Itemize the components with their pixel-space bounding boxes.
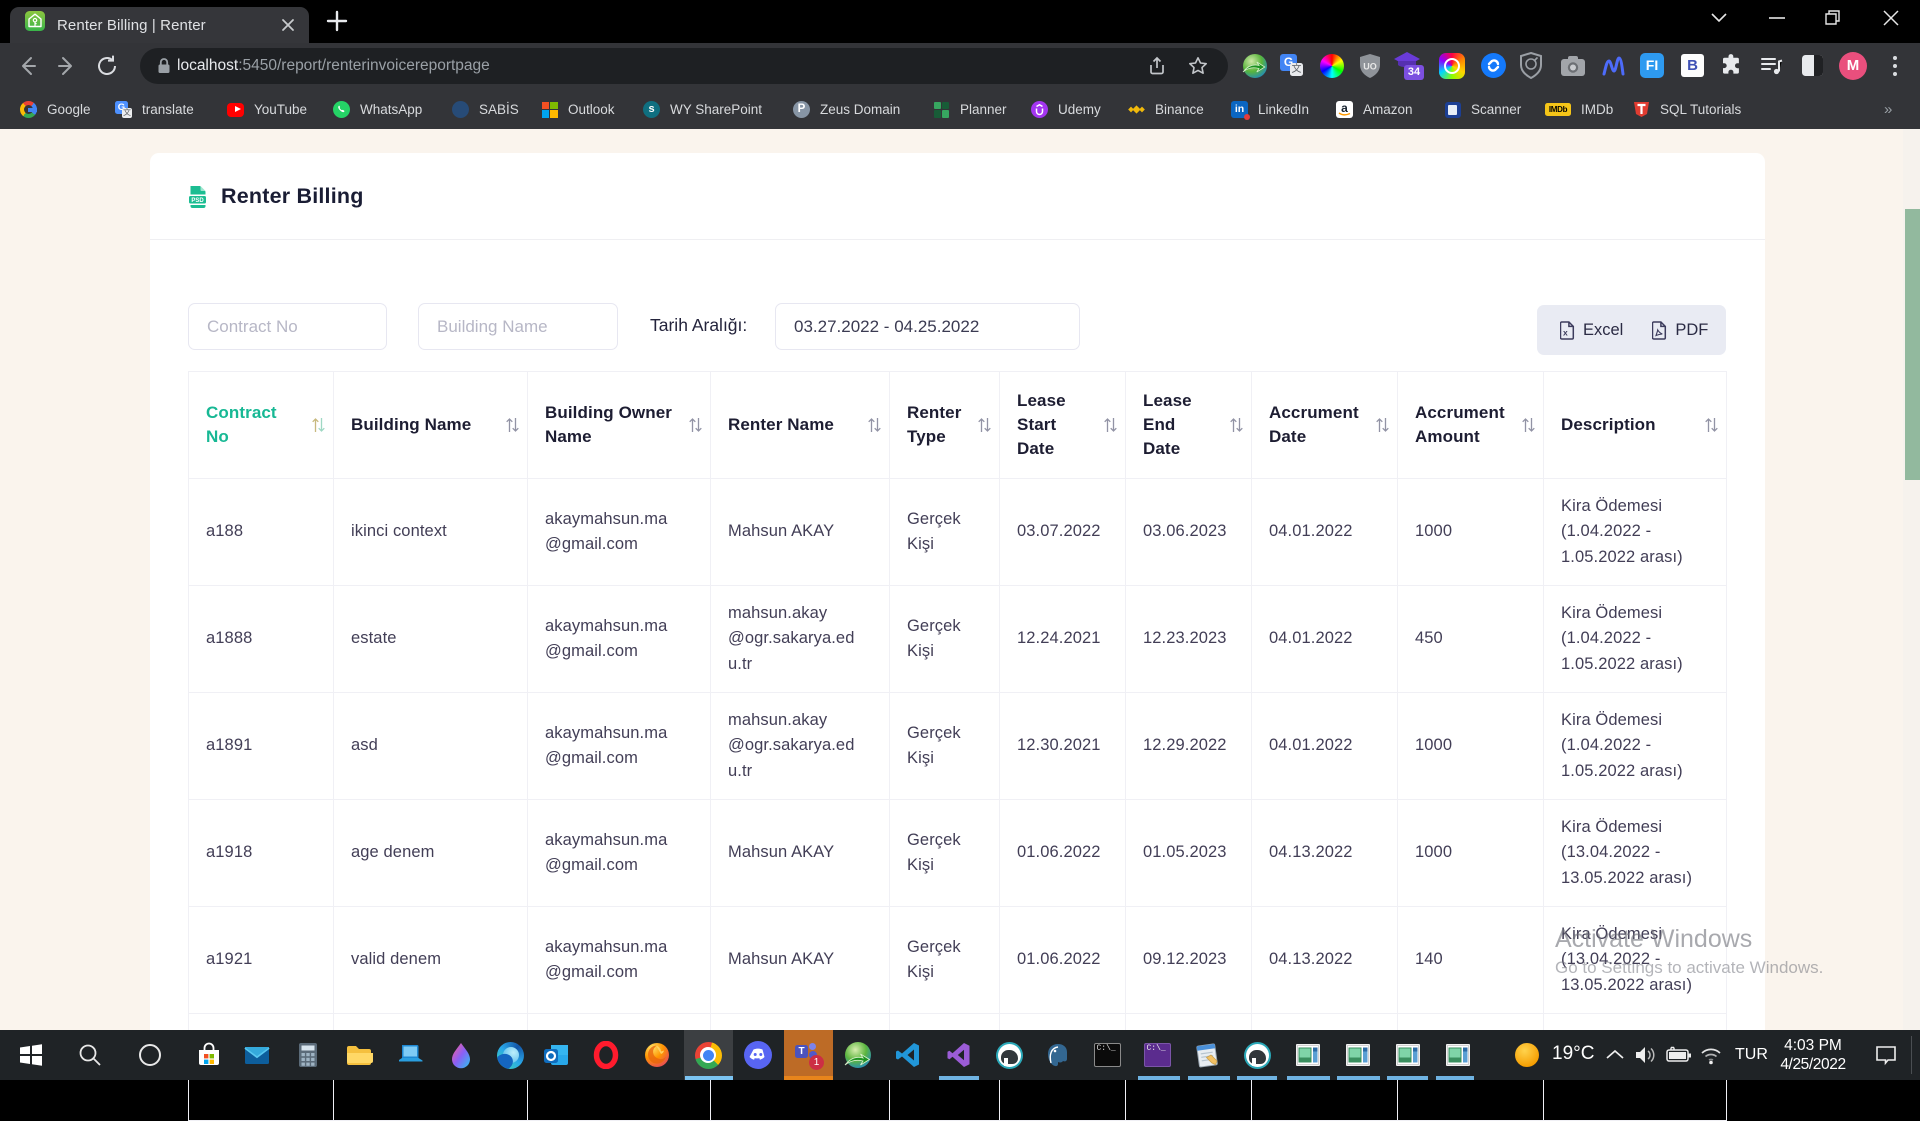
svg-text:PSD: PSD bbox=[191, 198, 204, 204]
svg-text:UO: UO bbox=[1363, 62, 1377, 72]
svg-text:x: x bbox=[1563, 327, 1568, 337]
